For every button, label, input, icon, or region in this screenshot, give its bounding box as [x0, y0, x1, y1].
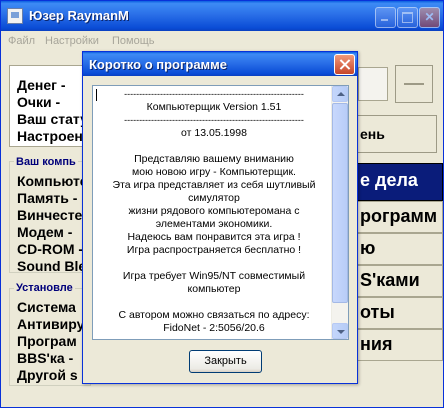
- bbs-item: BBS'ка -: [17, 350, 74, 366]
- sound-item: Sound Ble: [17, 258, 87, 274]
- memo-line: FidoNet - 2:5056/20.6: [163, 322, 265, 334]
- memo-line: от 13.05.1998: [181, 127, 247, 139]
- right-button-6[interactable]: ния: [351, 329, 443, 361]
- scroll-down-icon[interactable]: [332, 323, 348, 339]
- main-window-title: Юзер RaymanM: [29, 8, 129, 23]
- maximize-button[interactable]: [397, 7, 418, 28]
- points-label: Очки -: [17, 94, 61, 110]
- memo-line: [97, 257, 331, 270]
- minimize-icon: [381, 19, 388, 21]
- system-item: Система: [17, 299, 76, 315]
- memo-line: ----------------------------------------…: [124, 89, 304, 99]
- minimize-button[interactable]: [375, 7, 396, 28]
- maximize-icon: [402, 12, 413, 23]
- memo-line: элементами экономики.: [155, 218, 273, 230]
- menu-file[interactable]: Файл: [8, 35, 35, 47]
- memo-line: Игра требует Win95/NT совместимый: [122, 270, 306, 282]
- dialog-close-icon[interactable]: [334, 54, 355, 75]
- memo-line: [97, 140, 331, 153]
- computer-group-title: Ваш компь: [14, 156, 78, 168]
- memo-line: мою новою игру - Компьютерщик.: [132, 166, 296, 178]
- dialog-title: Коротко о программе: [89, 57, 228, 72]
- close-icon: ✕: [424, 10, 435, 24]
- memo-line: Надеюсь вам понравится эта игра !: [127, 231, 301, 243]
- status-label: Ваш стату: [17, 111, 88, 127]
- antivirus-item: Антивиру: [17, 316, 85, 332]
- right-button-selected[interactable]: е дела: [351, 163, 443, 201]
- memo-line: [97, 296, 331, 309]
- memo-line: жизни рядового компьютеромана с: [128, 205, 300, 217]
- main-title-bar[interactable]: Юзер RaymanM ✕: [1, 1, 443, 31]
- memo-line: компьютер: [187, 283, 241, 295]
- programs-item: Програм: [17, 333, 77, 349]
- memo-line: Игра распространяется бесплатно !: [126, 244, 302, 256]
- memo-line: Представляю вашему вниманию: [134, 153, 294, 165]
- memo-text: ----------------------------------------…: [97, 88, 331, 335]
- vertical-scrollbar[interactable]: [331, 86, 348, 339]
- hdd-item: Винчесте: [17, 207, 83, 223]
- installed-group-title: Установле: [14, 282, 75, 294]
- about-memo[interactable]: ----------------------------------------…: [92, 85, 349, 340]
- about-dialog: Коротко о программе --------------------…: [82, 51, 358, 384]
- menu-help[interactable]: Помощь: [112, 35, 155, 47]
- right-top-action-button[interactable]: ень: [351, 115, 437, 153]
- right-button-3[interactable]: ю: [351, 233, 443, 265]
- scroll-up-icon[interactable]: [332, 86, 348, 102]
- right-button-4[interactable]: S'ками: [351, 265, 443, 297]
- memo-line: ----------------------------------------…: [124, 115, 304, 125]
- modem-item: Модем -: [17, 224, 73, 240]
- right-button-5[interactable]: оты: [351, 297, 443, 329]
- menu-settings[interactable]: Настройки: [45, 35, 99, 47]
- memory-item: Память -: [17, 190, 78, 206]
- scroll-thumb[interactable]: [332, 103, 348, 303]
- memo-line: С автором можно связаться по адресу:: [118, 309, 310, 321]
- close-button[interactable]: ✕: [419, 7, 440, 28]
- top-right-button[interactable]: [395, 65, 433, 103]
- dash-icon: [404, 83, 424, 85]
- money-label: Денег -: [17, 77, 66, 93]
- menu-bar: Файл Настройки Помощь: [1, 31, 443, 51]
- dialog-title-bar[interactable]: Коротко о программе: [83, 52, 357, 76]
- right-button-2[interactable]: рограмм: [351, 201, 443, 233]
- memo-line: симулятор: [188, 192, 240, 204]
- memo-line: Компьютерщик Version 1.51: [146, 101, 282, 113]
- mood-label: Настроен: [17, 128, 83, 144]
- computer-item: Компьюте: [17, 173, 88, 189]
- close-dialog-button[interactable]: Закрыть: [189, 350, 262, 373]
- cdrom-item: CD-ROM -: [17, 241, 84, 257]
- app-icon: [7, 8, 23, 24]
- top-right-box: [358, 67, 388, 101]
- memo-line: Эта игра представляет из себя шутливый: [112, 179, 316, 191]
- other-item: Другой s: [17, 367, 78, 383]
